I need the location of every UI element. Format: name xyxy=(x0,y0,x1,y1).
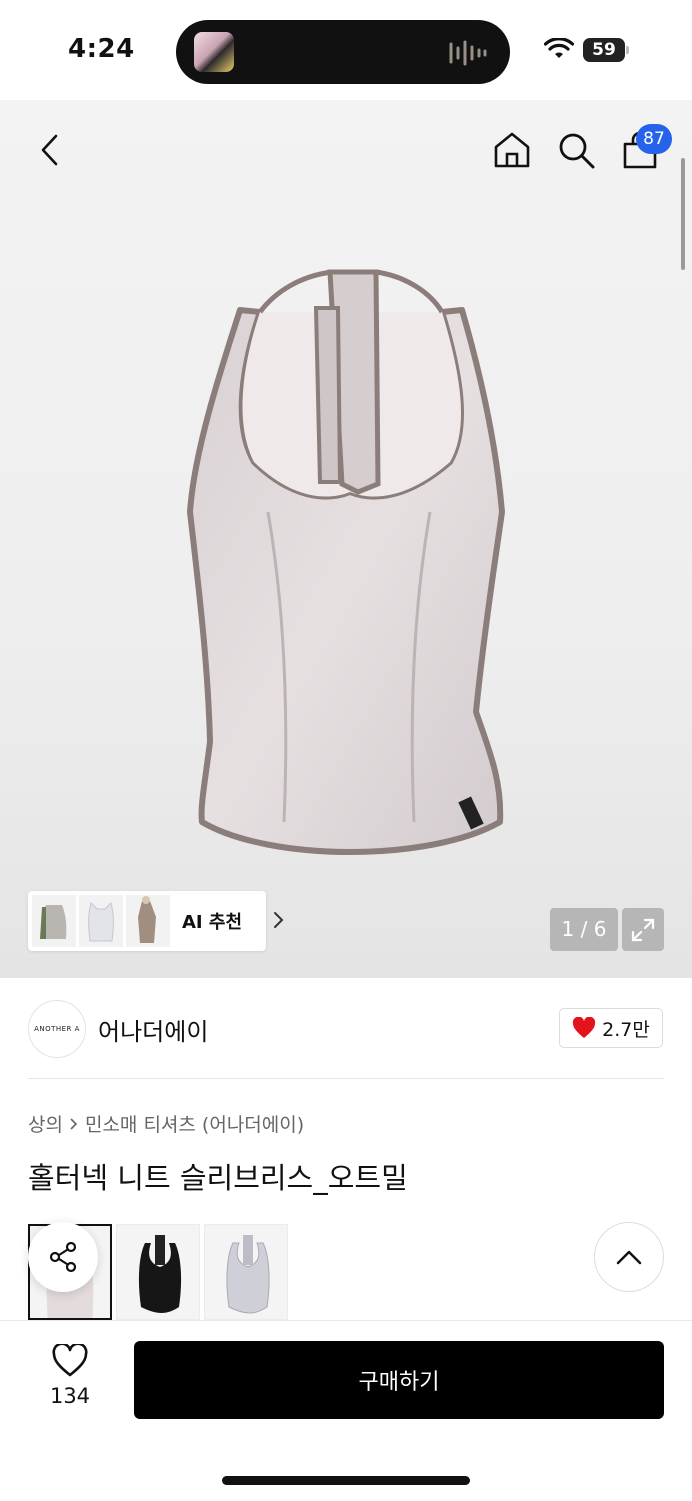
top-nav xyxy=(0,100,692,200)
brand-like-button[interactable]: 2.7만 xyxy=(559,1008,663,1048)
color-option-light-gray[interactable] xyxy=(204,1224,288,1320)
expand-gallery-button[interactable] xyxy=(622,908,664,951)
share-icon xyxy=(49,1241,77,1273)
home-icon xyxy=(494,132,530,168)
brand-logo-text: ANOTHER A xyxy=(34,1025,80,1033)
breadcrumb: 상의 민소매 티셔츠 (어나더에이) xyxy=(28,1110,304,1137)
now-playing-artwork xyxy=(194,32,234,72)
status-time: 4:24 xyxy=(68,34,135,64)
divider xyxy=(28,1078,664,1079)
color-option-black[interactable] xyxy=(116,1224,200,1320)
search-icon xyxy=(559,133,595,169)
search-button[interactable] xyxy=(554,128,598,172)
battery-indicator: 59 xyxy=(583,38,625,62)
audio-wave-icon xyxy=(449,40,487,66)
home-button[interactable] xyxy=(490,128,534,172)
heart-filled-icon xyxy=(573,1017,596,1038)
wishlist-button[interactable]: 134 xyxy=(34,1342,106,1408)
battery-tip xyxy=(626,46,629,54)
expand-icon xyxy=(631,918,655,941)
heart-outline-icon xyxy=(52,1342,88,1377)
dynamic-island[interactable] xyxy=(176,20,510,84)
scroll-to-top-button[interactable] xyxy=(594,1222,664,1292)
ai-recommendation-button[interactable]: AI 추천 xyxy=(28,891,284,951)
share-button[interactable] xyxy=(28,1222,98,1292)
ai-recommendation-label: AI 추천 xyxy=(182,912,243,933)
product-title: 홀터넥 니트 슬리브리스_오트밀 xyxy=(28,1161,408,1195)
brand-logo[interactable]: ANOTHER A xyxy=(28,1000,86,1058)
brand-name[interactable]: 어나더에이 xyxy=(98,1012,208,1047)
chevron-right-icon xyxy=(70,1117,78,1130)
chevron-right-icon xyxy=(274,912,284,928)
home-indicator[interactable] xyxy=(222,1476,470,1485)
ai-thumb-2 xyxy=(79,895,123,947)
product-image[interactable] xyxy=(180,262,520,862)
chevron-left-icon xyxy=(41,134,58,166)
buy-button[interactable]: 구매하기 xyxy=(134,1341,664,1419)
cart-count-badge: 87 xyxy=(636,124,672,154)
breadcrumb-item-category[interactable]: 상의 xyxy=(28,1110,63,1137)
ai-thumb-1 xyxy=(32,895,76,947)
back-button[interactable] xyxy=(28,128,72,172)
breadcrumb-item-subcategory[interactable]: 민소매 티셔츠 (어나더에이) xyxy=(85,1110,304,1137)
wifi-icon xyxy=(544,38,574,58)
chevron-up-icon xyxy=(616,1250,642,1265)
wishlist-count: 134 xyxy=(49,1384,91,1408)
ai-thumb-3 xyxy=(126,895,170,947)
brand-like-count: 2.7만 xyxy=(602,1018,650,1041)
gallery-page-indicator: 1 / 6 xyxy=(550,908,618,951)
